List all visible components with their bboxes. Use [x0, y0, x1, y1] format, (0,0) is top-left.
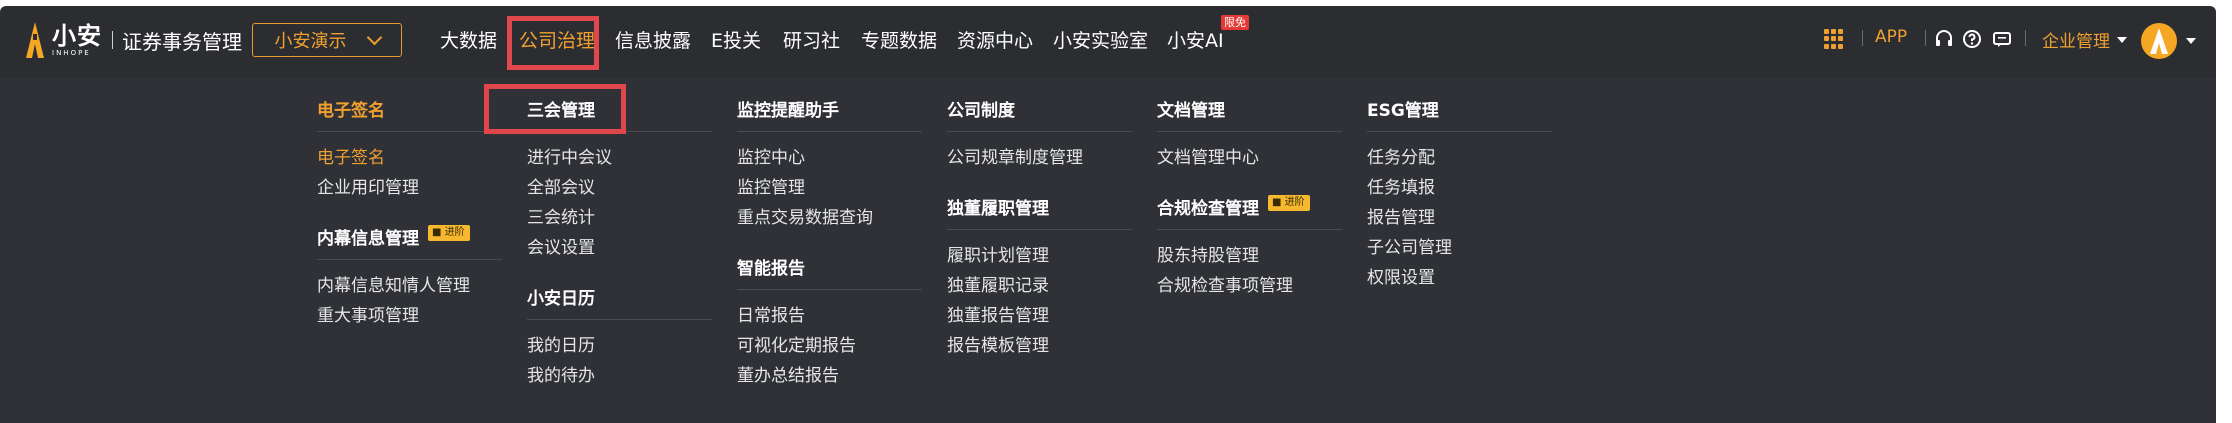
- nav-highlight-box: [507, 16, 599, 70]
- section-title-insider-info: 内幕信息管理: [317, 229, 419, 249]
- menu-item-board-summary-report[interactable]: 董办总结报告: [737, 361, 839, 386]
- menu-item-seal-management[interactable]: 企业用印管理: [317, 173, 419, 198]
- logo-divider: [112, 31, 113, 49]
- section-divider: [1367, 131, 1552, 132]
- caret-down-icon: [2117, 36, 2127, 43]
- brand-logo[interactable]: 小安 INHOPE 证券事务管理: [24, 20, 242, 60]
- menu-item-monitor-center[interactable]: 监控中心: [737, 143, 805, 168]
- section-divider: [1157, 131, 1342, 132]
- enterprise-management-label: 企业管理: [2042, 32, 2110, 52]
- advanced-badge: ■ 进阶: [1268, 195, 1310, 211]
- menu-item-subsidiary-management[interactable]: 子公司管理: [1367, 233, 1452, 258]
- help-icon[interactable]: [1962, 29, 1982, 49]
- logo-english: INHOPE: [52, 49, 91, 57]
- section-title-document: 文档管理: [1157, 101, 1225, 121]
- message-icon[interactable]: [1992, 29, 2012, 49]
- limited-free-badge: 限免: [1221, 15, 1249, 30]
- avatar[interactable]: [2141, 23, 2177, 59]
- section-divider: [737, 131, 922, 132]
- menu-item-task-filling[interactable]: 任务填报: [1367, 173, 1435, 198]
- menu-item-key-trade-query[interactable]: 重点交易数据查询: [737, 203, 873, 228]
- divider: [2025, 30, 2026, 46]
- nav-item-lab[interactable]: 小安实验室: [1053, 26, 1148, 53]
- organization-select[interactable]: 小安演示: [252, 23, 402, 57]
- nav-item-study-club[interactable]: 研习社: [783, 26, 840, 53]
- nav-item-xiaoan-ai[interactable]: 小安AI: [1167, 26, 1224, 53]
- organization-select-value: 小安演示: [274, 31, 347, 52]
- menu-item-visual-periodic-report[interactable]: 可视化定期报告: [737, 331, 856, 356]
- menu-item-duty-plan[interactable]: 履职计划管理: [947, 241, 1049, 266]
- section-title-company-policy: 公司制度: [947, 101, 1015, 121]
- divider: [1862, 30, 1863, 46]
- menu-item-all-meetings[interactable]: 全部会议: [527, 173, 595, 198]
- menu-item-daily-report[interactable]: 日常报告: [737, 301, 805, 326]
- logo-icon: [24, 20, 46, 60]
- nav-item-resource-center[interactable]: 资源中心: [957, 26, 1033, 53]
- nav-item-big-data[interactable]: 大数据: [440, 26, 497, 53]
- mega-menu-panel: [0, 78, 2216, 423]
- section-title-calendar: 小安日历: [527, 289, 595, 309]
- menu-item-duty-record[interactable]: 独董履职记录: [947, 271, 1049, 296]
- menu-item-meeting-stats[interactable]: 三会统计: [527, 203, 595, 228]
- menu-item-compliance-check[interactable]: 合规检查事项管理: [1157, 271, 1293, 296]
- section-divider: [527, 319, 712, 320]
- menu-item-report-template[interactable]: 报告模板管理: [947, 331, 1049, 356]
- section-title-independent-director: 独董履职管理: [947, 199, 1049, 219]
- menu-item-monitor-management[interactable]: 监控管理: [737, 173, 805, 198]
- menu-item-report-management[interactable]: 报告管理: [1367, 203, 1435, 228]
- section-divider: [737, 289, 922, 290]
- nav-item-info-disclosure[interactable]: 信息披露: [615, 26, 691, 53]
- menu-item-e-signature[interactable]: 电子签名: [317, 143, 385, 168]
- section-title-e-signature: 电子签名: [317, 101, 385, 121]
- headset-icon[interactable]: [1934, 29, 1954, 49]
- menu-item-meeting-settings[interactable]: 会议设置: [527, 233, 595, 258]
- avatar-caret-down-icon[interactable]: [2186, 38, 2196, 44]
- section-title-esg: ESG管理: [1367, 101, 1439, 121]
- menu-item-document-center[interactable]: 文档管理中心: [1157, 143, 1259, 168]
- app-link[interactable]: APP: [1875, 27, 1907, 47]
- menu-item-director-report[interactable]: 独董报告管理: [947, 301, 1049, 326]
- menu-item-policy-management[interactable]: 公司规章制度管理: [947, 143, 1083, 168]
- section-title-smart-report: 智能报告: [737, 259, 805, 279]
- page-edge: [2216, 6, 2232, 423]
- chevron-down-icon: [366, 29, 382, 45]
- menu-item-insider-management[interactable]: 内幕信息知情人管理: [317, 271, 470, 296]
- menu-highlight-box: [484, 84, 626, 134]
- product-name: 证券事务管理: [122, 29, 242, 54]
- section-divider: [317, 259, 502, 260]
- menu-item-permission-settings[interactable]: 权限设置: [1367, 263, 1435, 288]
- section-divider: [947, 131, 1132, 132]
- logo-name: 小安: [52, 22, 102, 50]
- enterprise-management-menu[interactable]: 企业管理: [2042, 27, 2127, 52]
- menu-item-task-assignment[interactable]: 任务分配: [1367, 143, 1435, 168]
- menu-item-my-todo[interactable]: 我的待办: [527, 361, 595, 386]
- section-title-monitor-assistant: 监控提醒助手: [737, 101, 839, 121]
- section-divider: [317, 131, 502, 132]
- advanced-badge: ■ 进阶: [428, 225, 470, 241]
- section-divider: [947, 229, 1132, 230]
- menu-item-my-calendar[interactable]: 我的日历: [527, 331, 595, 356]
- section-divider: [1157, 229, 1342, 230]
- divider: [1925, 30, 1926, 46]
- menu-item-major-matters[interactable]: 重大事项管理: [317, 301, 419, 326]
- nav-item-e-ir[interactable]: E投关: [711, 26, 761, 53]
- nav-item-topic-data[interactable]: 专题数据: [861, 26, 937, 53]
- apps-grid-icon[interactable]: [1824, 29, 1844, 49]
- menu-item-ongoing-meetings[interactable]: 进行中会议: [527, 143, 612, 168]
- section-title-compliance: 合规检查管理: [1157, 199, 1259, 219]
- menu-item-shareholding[interactable]: 股东持股管理: [1157, 241, 1259, 266]
